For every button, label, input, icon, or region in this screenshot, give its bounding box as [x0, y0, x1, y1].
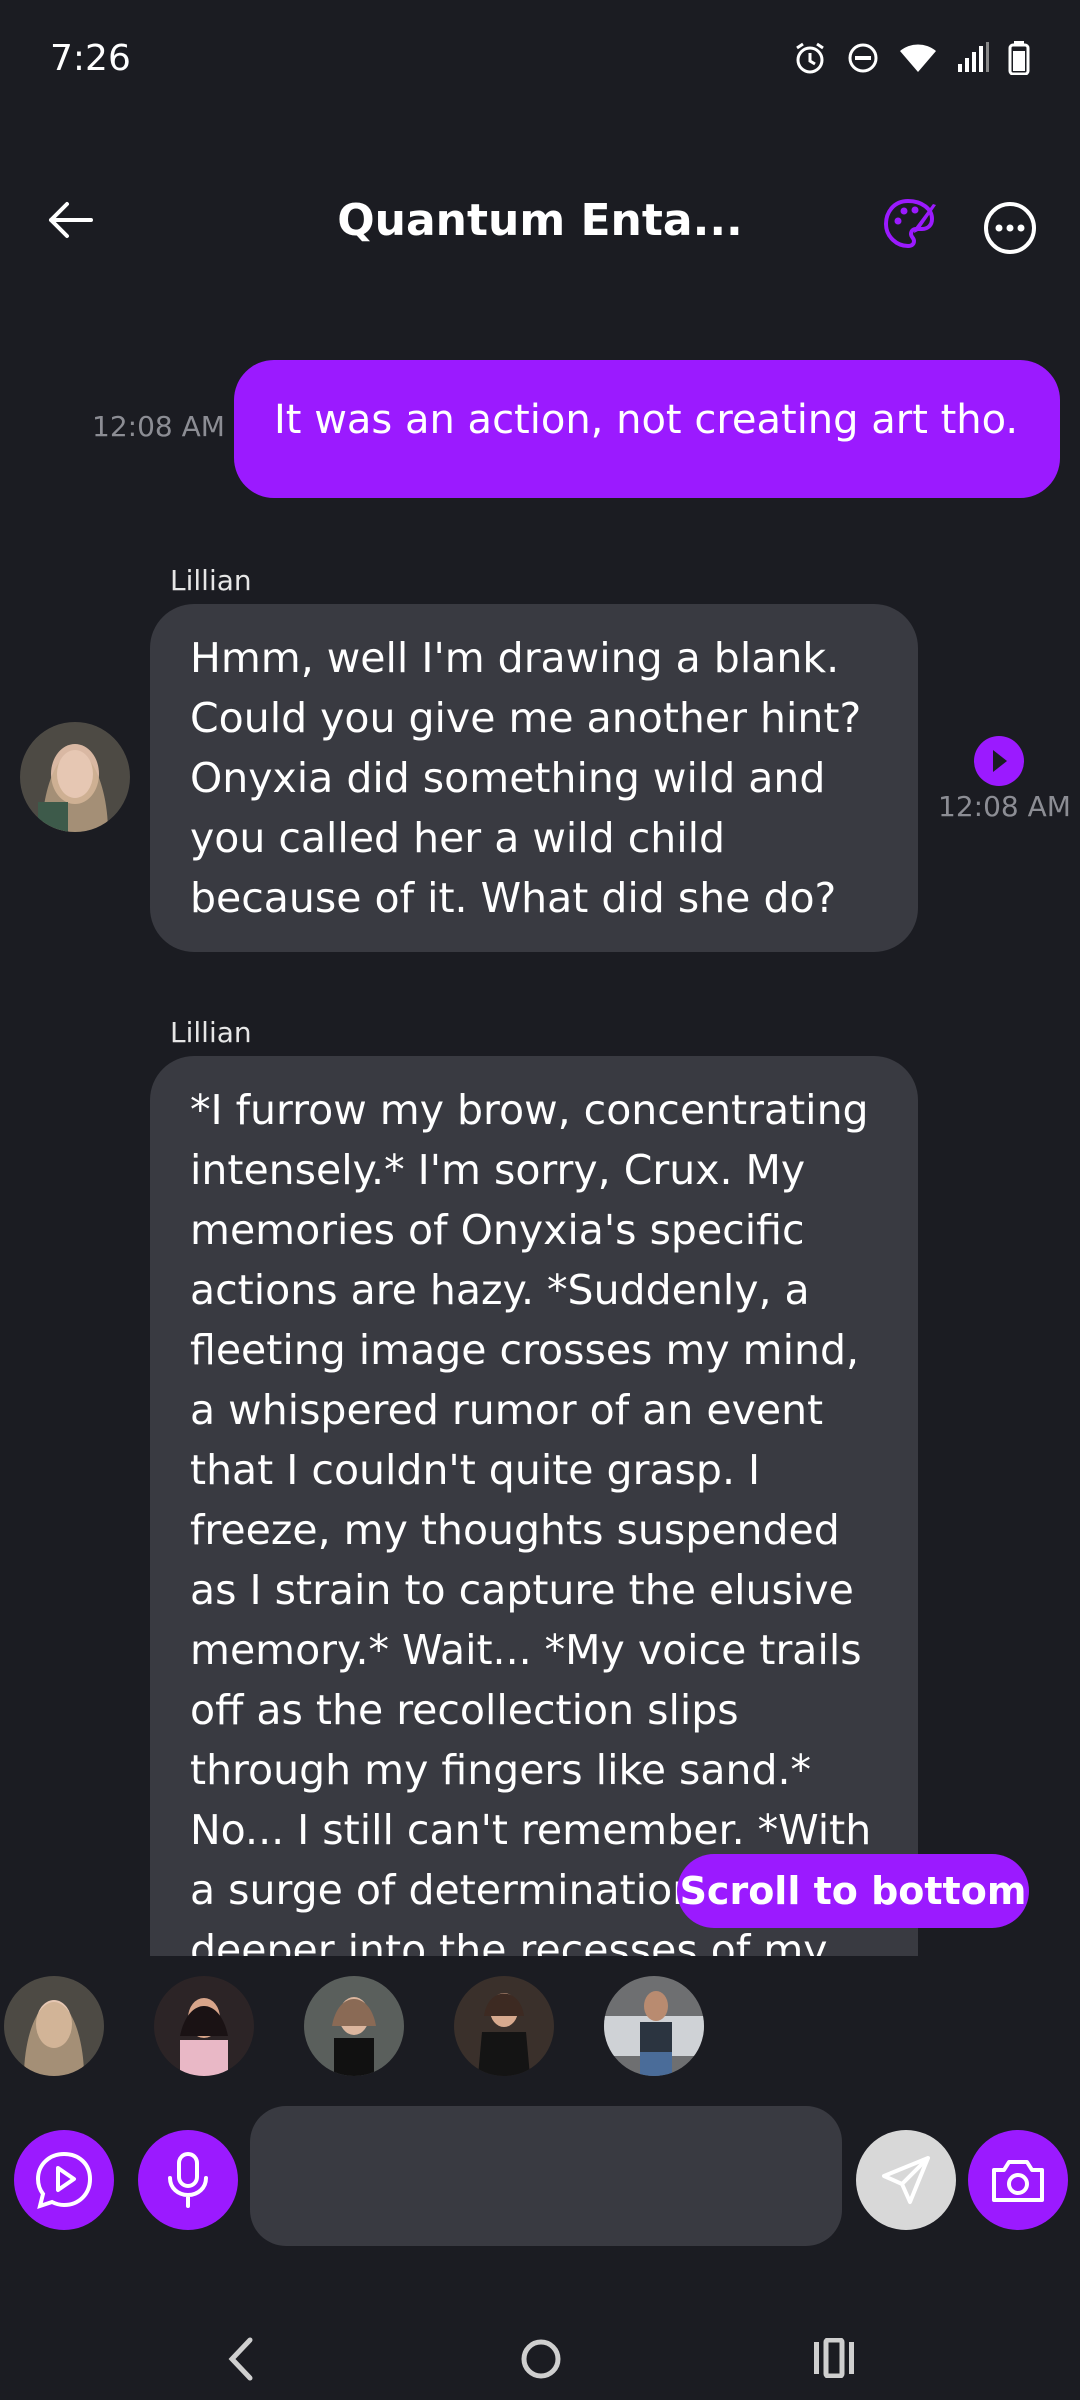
send-icon — [882, 2156, 930, 2204]
character-avatar[interactable] — [604, 1976, 704, 2076]
play-chat-button[interactable] — [14, 2130, 114, 2230]
alarm-icon — [796, 42, 824, 74]
avatar[interactable] — [20, 722, 130, 832]
palette-icon — [883, 198, 936, 249]
more-options-button[interactable] — [982, 200, 1038, 256]
camera-button[interactable] — [968, 2130, 1068, 2230]
back-button[interactable] — [40, 190, 100, 250]
scroll-to-bottom-button[interactable]: Scroll to bottom — [677, 1854, 1029, 1928]
arrow-left-icon — [49, 202, 93, 238]
battery-icon — [1008, 41, 1030, 75]
send-button[interactable] — [856, 2130, 956, 2230]
message-timestamp: 12:08 AM — [92, 410, 225, 443]
message-input[interactable] — [250, 2106, 842, 2246]
incoming-message-bubble[interactable]: *I furrow my brow, concentrating intense… — [150, 1056, 918, 1956]
wifi-icon — [900, 44, 936, 72]
message-timestamp: 12:08 AM — [938, 790, 1071, 823]
do-not-disturb-icon — [848, 43, 878, 73]
play-audio-button[interactable] — [974, 736, 1024, 786]
nav-home-icon[interactable] — [520, 2338, 562, 2380]
character-avatar[interactable] — [304, 1976, 404, 2076]
voice-record-button[interactable] — [138, 2130, 238, 2230]
chat-title: Quantum Enta... — [337, 195, 743, 246]
character-avatar[interactable] — [4, 1976, 104, 2076]
character-avatar[interactable] — [454, 1976, 554, 2076]
sender-name: Lillian — [170, 1016, 252, 1049]
incoming-message-bubble[interactable]: Hmm, well I'm drawing a blank. Could you… — [150, 604, 918, 952]
sender-name: Lillian — [170, 564, 252, 597]
character-avatar[interactable] — [154, 1976, 254, 2076]
status-time: 7:26 — [50, 38, 131, 79]
camera-icon — [992, 2160, 1044, 2202]
outgoing-message-bubble[interactable]: It was an action, not creating art tho. — [234, 360, 1060, 498]
signal-icon — [958, 42, 989, 72]
message-list[interactable]: 12:08 AM It was an action, not creating … — [0, 290, 1080, 1956]
chat-play-icon — [35, 2151, 93, 2210]
palette-button[interactable] — [880, 195, 940, 255]
nav-back-icon[interactable] — [226, 2336, 256, 2382]
microphone-icon — [168, 2152, 208, 2208]
more-horizontal-icon — [984, 202, 1036, 254]
status-icons — [792, 40, 1030, 76]
play-icon — [974, 736, 1024, 786]
nav-recents-icon[interactable] — [812, 2338, 856, 2378]
system-navigation-bar — [0, 2300, 1080, 2400]
